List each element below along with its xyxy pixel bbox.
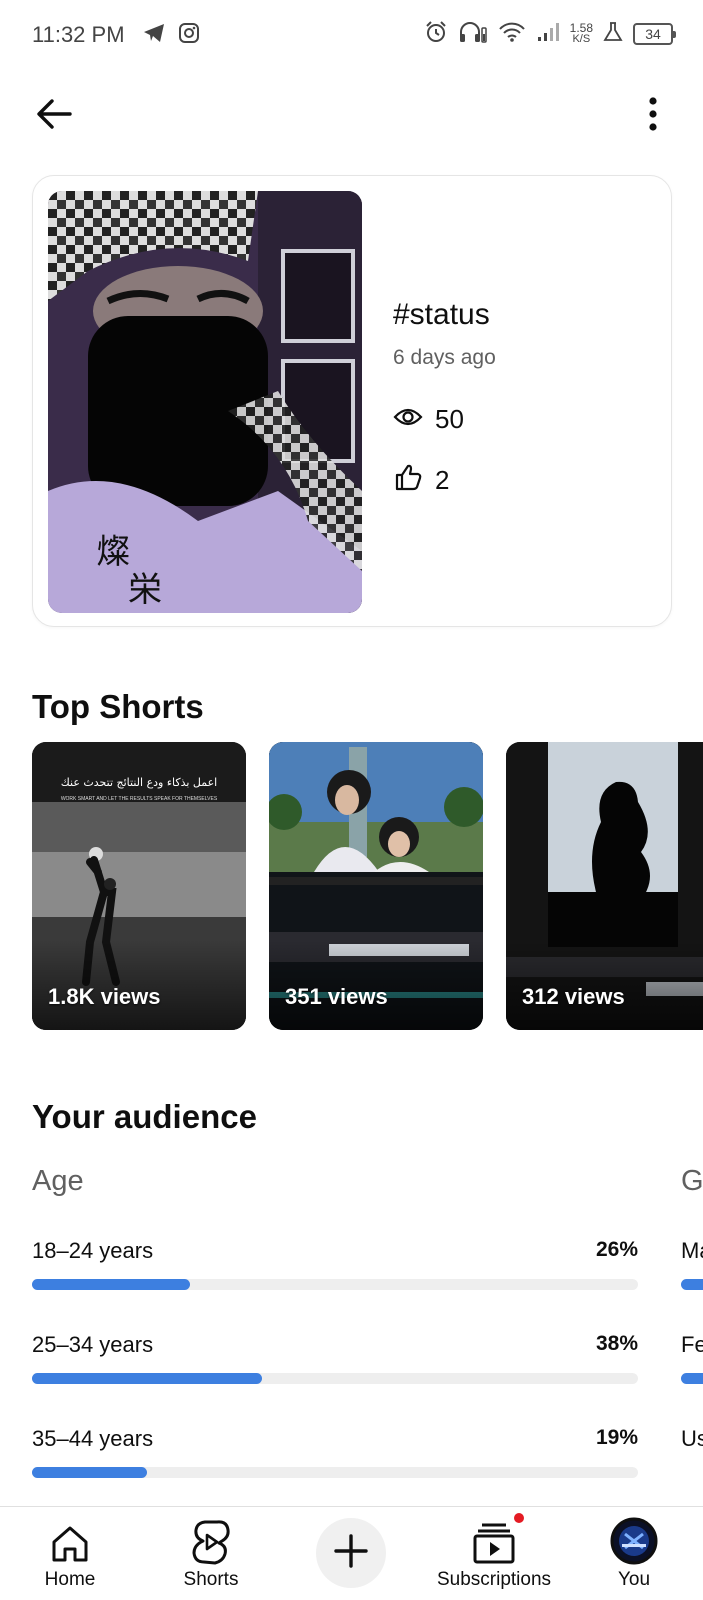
back-button[interactable] [30,92,78,140]
status-time: 11:32 PM [32,22,125,47]
nav-shorts-label: Shorts [183,1569,239,1590]
nav-you-label: You [617,1569,651,1590]
age-bar-fill [32,1467,148,1478]
age-range-label: 18–24 years [32,1238,154,1263]
nav-shorts[interactable]: Shorts [168,1507,254,1600]
likes-stat: 2 [393,463,449,498]
svg-text:栄: 栄 [128,570,162,610]
short-card[interactable]: اعمل بذكاء ودع النتائج تتحدث عنك WORK SM… [32,742,246,1030]
status-bar: 11:32 PM 1.58 K/S 34 [0,0,703,72]
short-views: 312 views [522,984,625,1009]
battery-icon: 34 [633,22,676,45]
age-bar-fill [32,1279,190,1290]
notification-dot [512,1511,526,1525]
headphones-icon [458,20,488,47]
top-shorts-carousel[interactable]: اعمل بذكاء ودع النتائج تتحدث عنك WORK SM… [32,742,703,1030]
instagram-icon [178,22,200,49]
gender-bar [681,1373,703,1384]
likes-count: 2 [435,465,450,495]
short-card[interactable]: 351 views [269,742,483,1030]
svg-text:燦: 燦 [96,532,130,572]
more-vertical-icon [648,96,658,136]
gender-title: Gender [681,1165,703,1197]
avatar [610,1513,658,1565]
create-button[interactable] [316,1518,386,1588]
age-bar-track [32,1467,638,1478]
shorts-icon [191,1513,231,1565]
subscriptions-icon [472,1511,526,1565]
views-stat: 50 [393,404,464,435]
net-speed: 1.58 K/S [569,20,593,45]
age-bar-track [32,1373,638,1384]
age-percent: 38% [595,1332,638,1355]
views-count: 50 [435,404,464,434]
alarm-icon [424,20,448,47]
age-percent: 26% [595,1238,638,1261]
thumbs-up-icon [393,463,423,498]
top-shorts-title: Top Shorts [32,688,204,725]
lab-flask-icon [603,21,623,46]
nav-home-label: Home [44,1569,96,1590]
gender-bar [681,1279,703,1290]
short-views: 351 views [285,984,388,1009]
wifi-icon [498,21,526,46]
telegram-icon [142,22,166,49]
short-views: 1.8K views [48,984,161,1009]
signal-icon [536,21,560,46]
age-breakdown: Age 18–24 years 26% 25–34 years 38% 35–4… [32,1165,638,1478]
plus-icon [333,1533,369,1574]
short-caption: اعمل بذكاء ودع النتائج تتحدث عنك [60,776,218,789]
gender-breakdown: Gender Male Female User-specified [681,1165,703,1465]
nav-you[interactable]: You [594,1507,674,1600]
gender-label: User-specified [681,1426,703,1451]
age-title: Age [32,1165,84,1197]
age-bar-track [32,1279,638,1290]
short-caption-en: WORK SMART AND LET THE RESULTS SPEAK FOR… [60,796,218,802]
short-card[interactable]: 312 views [506,742,703,1030]
audience-title: Your audience [32,1098,257,1135]
nav-home[interactable]: Home [30,1507,110,1600]
age-percent: 19% [595,1426,638,1449]
more-options-button[interactable] [633,92,673,140]
home-icon [49,1513,91,1565]
gender-label: Female [681,1332,703,1357]
video-age: 6 days ago [393,346,496,369]
gender-label: Male [681,1238,703,1263]
arrow-left-icon [34,97,74,136]
video-summary-card[interactable]: 燦 栄 #status 6 days ago 50 2 [32,175,672,627]
eye-icon [393,404,423,435]
age-range-label: 35–44 years [32,1426,154,1451]
age-range-label: 25–34 years [32,1332,154,1357]
nav-subscriptions-label: Subscriptions [436,1569,552,1590]
age-bar-fill [32,1373,263,1384]
video-thumbnail[interactable]: 燦 栄 [48,191,362,613]
video-title: #status [393,298,490,331]
nav-subscriptions[interactable]: Subscriptions [424,1507,564,1600]
